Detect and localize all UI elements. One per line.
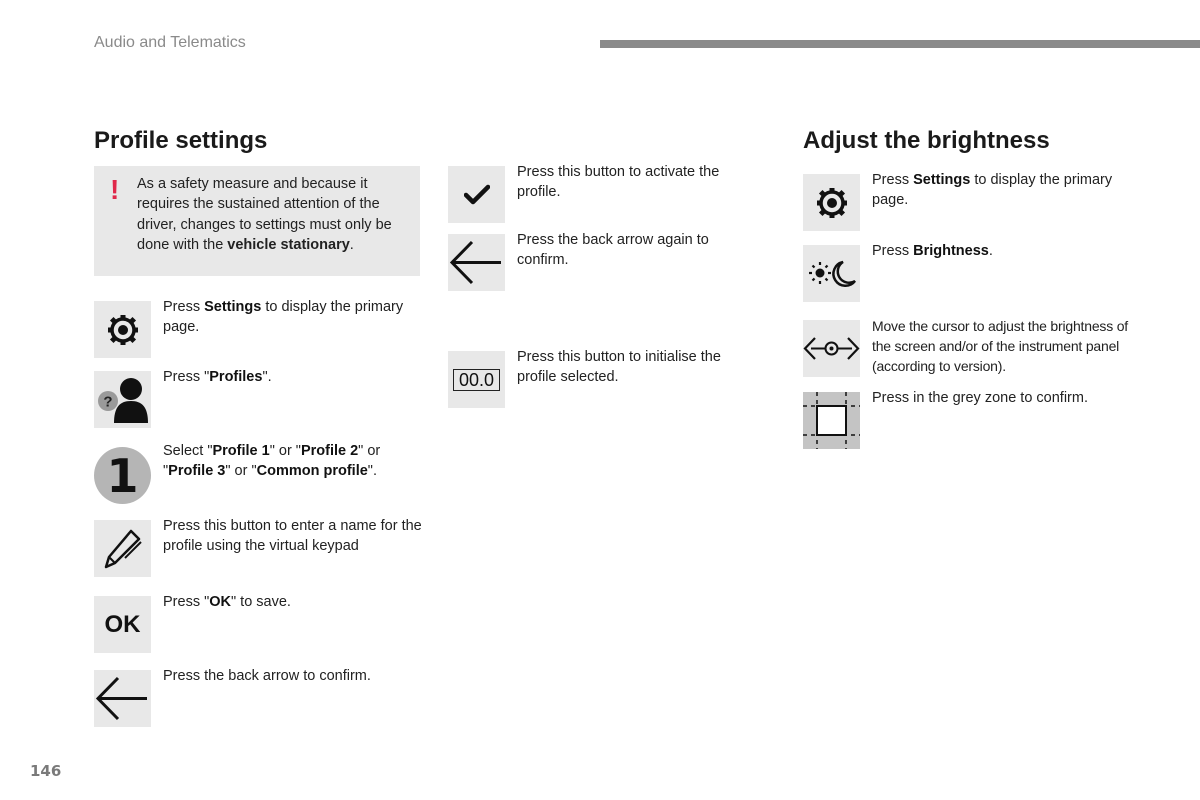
- step-text-bold: Profiles: [209, 369, 263, 385]
- warning-text: As a safety measure and because it requi…: [137, 174, 417, 255]
- header-rule: [600, 40, 1200, 48]
- step-text-bold: Brightness: [913, 243, 989, 259]
- step-text: Press Settings to display the primary pa…: [872, 170, 1142, 211]
- back-arrow-icon[interactable]: [448, 234, 505, 291]
- step-text-part: Press: [872, 243, 914, 259]
- step-text-part: " or ": [269, 443, 301, 459]
- step-text: Press "Profiles".: [163, 367, 433, 387]
- brightness-title: Adjust the brightness: [803, 127, 1050, 154]
- step-text-part: ".: [367, 463, 377, 480]
- step-text: Press Settings to display the primary pa…: [163, 297, 433, 338]
- warning-text-part: .: [349, 236, 354, 253]
- step-text: Press this button to activate the profil…: [517, 164, 720, 201]
- step-text-part: " or ": [225, 463, 257, 480]
- step-text-bold: Profile 3: [168, 463, 226, 480]
- brightness-sun-moon-icon[interactable]: [803, 245, 860, 302]
- pencil-icon[interactable]: [94, 520, 151, 577]
- step-text: Press this button to initialise the prof…: [517, 349, 721, 386]
- profile-user-icon[interactable]: ?: [94, 371, 151, 428]
- step-text-part: " to save.: [231, 594, 291, 610]
- step-text-part: Press ": [163, 594, 210, 610]
- step-text-bold: OK: [209, 594, 231, 610]
- step-text: Press Brightness.: [872, 241, 1142, 261]
- step-text: Press the back arrow again to confirm.: [517, 232, 709, 269]
- step-text: Move the cursor to adjust the brightness…: [872, 318, 1128, 374]
- warning-text-bold: vehicle stationary: [227, 236, 350, 253]
- step-text-bold: Profile 2: [300, 443, 359, 459]
- step-text-part: Press ": [163, 369, 210, 385]
- grey-zone-icon[interactable]: [803, 392, 860, 449]
- step-text: Press this button to enter a name for th…: [163, 518, 422, 555]
- slider-cursor-icon[interactable]: [803, 320, 860, 377]
- safety-warning-box: ! As a safety measure and because it req…: [94, 166, 420, 276]
- step-text: Select "Profile 1" or "Profile 2" or "Pr…: [163, 441, 433, 482]
- page-number: 146: [30, 762, 62, 780]
- step-text-bold: Settings: [913, 172, 971, 188]
- number-1-icon[interactable]: 1: [94, 447, 151, 504]
- reset-counter-icon[interactable]: 00.0: [448, 351, 505, 408]
- step-text: Press the back arrow to confirm.: [163, 668, 371, 684]
- step-text-part: Press: [163, 299, 205, 315]
- exclamation-icon: !: [110, 174, 120, 205]
- ok-icon-label: OK: [104, 610, 141, 638]
- settings-gear-icon[interactable]: [94, 301, 151, 358]
- reset-counter-label: 00.0: [452, 368, 501, 391]
- step-text-bold: Profile 1: [212, 443, 270, 459]
- section-label: Audio and Telematics: [94, 34, 246, 51]
- settings-gear-icon[interactable]: [803, 174, 860, 231]
- profile-settings-title: Profile settings: [94, 127, 268, 154]
- step-text-part: Press: [872, 172, 914, 188]
- step-text: Press "OK" to save.: [163, 592, 433, 612]
- ok-icon[interactable]: OK: [94, 596, 151, 653]
- step-text-bold: Settings: [204, 299, 262, 315]
- back-arrow-icon[interactable]: [94, 670, 151, 727]
- checkmark-icon[interactable]: [448, 166, 505, 223]
- step-text-part: ".: [262, 369, 272, 385]
- step-text: Press in the grey zone to confirm.: [872, 390, 1088, 406]
- svg-text:?: ?: [103, 394, 112, 411]
- step-text-part: .: [988, 243, 993, 259]
- step-text-part: Select ": [163, 443, 213, 459]
- step-text-bold: Common profile: [256, 463, 368, 480]
